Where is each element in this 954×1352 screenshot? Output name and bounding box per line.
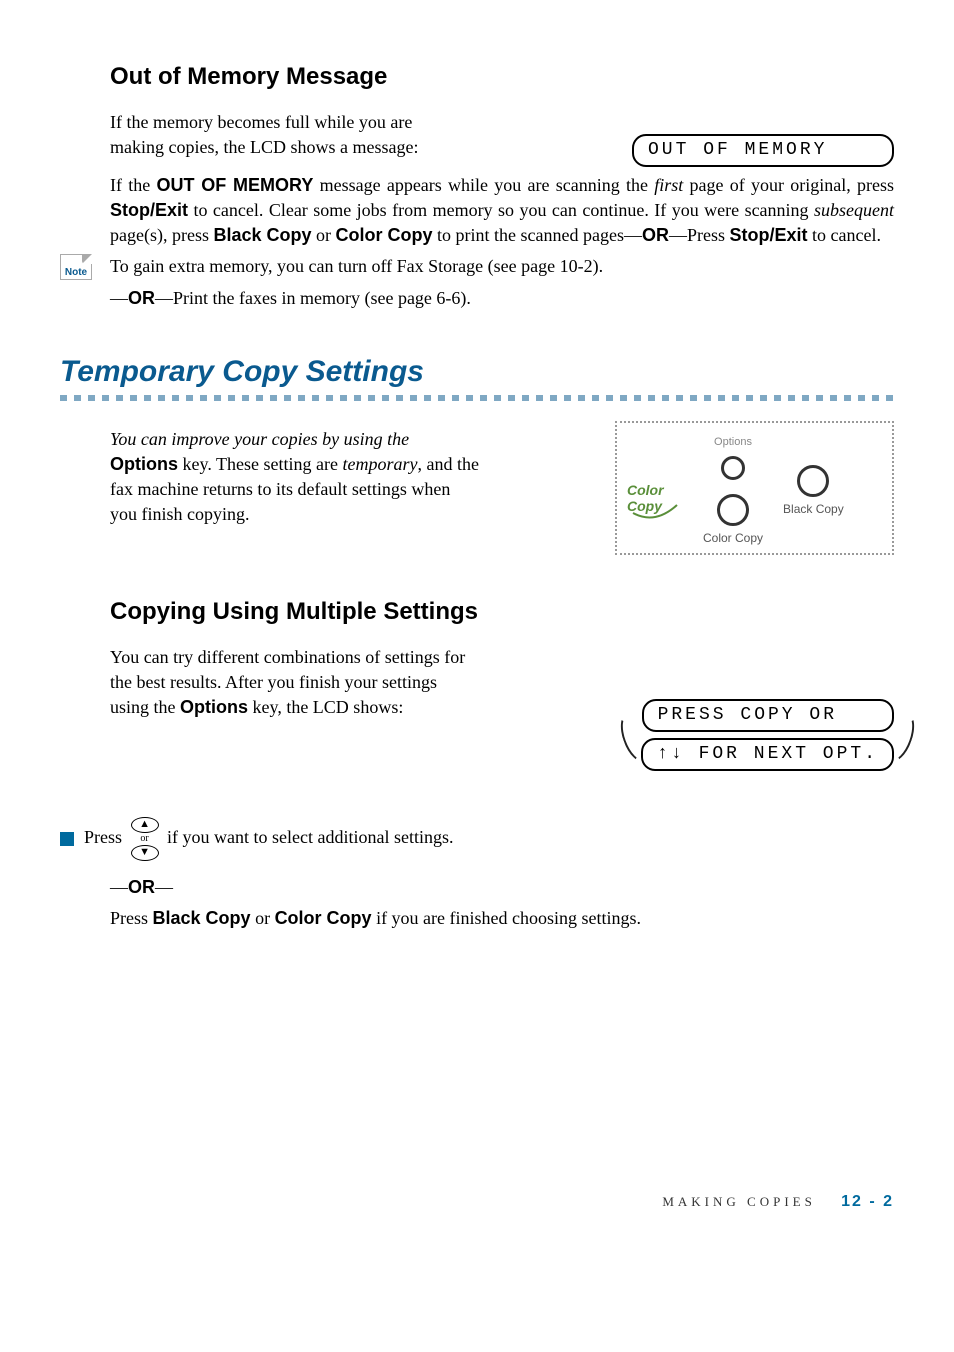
t: OR xyxy=(642,225,669,245)
t: temporary xyxy=(342,454,417,474)
t: Black Copy xyxy=(213,225,311,245)
oom-intro: If the memory becomes full while you are… xyxy=(110,110,470,160)
t: Color Copy xyxy=(275,908,372,928)
note-line1: To gain extra memory, you can turn off F… xyxy=(110,254,894,279)
t: Color Copy xyxy=(336,225,433,245)
t: OUT OF MEMORY xyxy=(157,175,314,195)
t: key, the LCD shows: xyxy=(248,697,403,717)
temp-intro: You can improve your copies by using the… xyxy=(110,427,480,528)
t: message appears while you are scanning t… xyxy=(313,175,654,195)
lcd-cycle: PRESS COPY OR ↑↓ FOR NEXT OPT. xyxy=(641,699,894,771)
heading-out-of-memory: Out of Memory Message xyxy=(110,60,894,94)
t: Options xyxy=(180,697,248,717)
page-footer: MAKING COPIES 12 - 2 xyxy=(60,1191,894,1213)
lcd-line2: ↑↓ FOR NEXT OPT. xyxy=(641,738,894,771)
note-line2: —OR—Print the faxes in memory (see page … xyxy=(110,286,894,311)
footer-page: 12 - 2 xyxy=(841,1193,894,1210)
t: Stop/Exit xyxy=(110,200,188,220)
t: Black Copy xyxy=(153,908,251,928)
color-copy-label: Color Copy xyxy=(703,530,763,547)
t: ↑↓ FOR NEXT OPT. xyxy=(657,744,878,764)
t: subsequent xyxy=(814,200,894,220)
color-copy-button-icon xyxy=(717,494,749,526)
press-text: Press ▲ or ▼ if you want to select addit… xyxy=(84,817,453,861)
multi-row: You can try different combinations of se… xyxy=(110,639,894,771)
t: If the xyxy=(110,175,157,195)
t: key. These setting are xyxy=(178,454,342,474)
t: to cancel. xyxy=(808,225,881,245)
black-copy-group: Black Copy xyxy=(783,465,844,518)
black-copy-button-icon xyxy=(797,465,829,497)
note-icon: Note xyxy=(60,254,92,280)
t: to cancel. Clear some jobs from memory s… xyxy=(188,200,814,220)
t: to print the scanned pages— xyxy=(433,225,642,245)
t: — xyxy=(110,288,128,308)
oom-paragraph: If the OUT OF MEMORY message appears whi… xyxy=(110,173,894,249)
t: if you are finished choosing settings. xyxy=(372,908,641,928)
t: Options xyxy=(110,454,178,474)
color-copy-logo: Color Copy xyxy=(627,481,683,521)
footer-chapter: MAKING COPIES xyxy=(662,1194,815,1209)
section-title-temp-copy: Temporary Copy Settings xyxy=(60,351,894,393)
svg-text:Color: Color xyxy=(627,482,665,498)
lcd-out-of-memory: OUT OF MEMORY xyxy=(632,134,894,167)
t: Stop/Exit xyxy=(729,225,807,245)
bullet-icon xyxy=(60,832,74,846)
black-copy-label: Black Copy xyxy=(783,501,844,518)
divider xyxy=(60,395,894,401)
updown-icon: ▲ or ▼ xyxy=(131,817,159,861)
intro-row: If the memory becomes full while you are… xyxy=(110,104,894,167)
t: —Print the faxes in memory (see page 6-6… xyxy=(155,288,471,308)
bullet-press-row: Press ▲ or ▼ if you want to select addit… xyxy=(60,817,894,861)
options-button-icon xyxy=(721,456,745,480)
final-line: Press Black Copy or Color Copy if you ar… xyxy=(110,906,894,931)
t: page(s), press xyxy=(110,225,213,245)
t: Press xyxy=(84,827,127,847)
t: You can improve your copies by using the xyxy=(110,429,409,449)
lcd-line1: PRESS COPY OR xyxy=(642,699,894,732)
svg-text:Copy: Copy xyxy=(627,498,663,514)
options-label: Options xyxy=(714,435,752,450)
t: or xyxy=(140,834,148,844)
t: first xyxy=(654,175,683,195)
multi-intro: You can try different combinations of se… xyxy=(110,645,470,721)
or-line: —OR— xyxy=(110,875,894,900)
t: page of your original, press xyxy=(683,175,894,195)
options-button-group: Options Color Copy xyxy=(703,435,763,547)
t: if you want to select additional setting… xyxy=(167,827,453,847)
heading-multiple-settings: Copying Using Multiple Settings xyxy=(110,595,894,629)
options-panel: Color Copy Options Color Copy Black Copy xyxy=(615,421,894,555)
t: OR xyxy=(128,288,155,308)
t: or xyxy=(251,908,275,928)
t: or xyxy=(312,225,336,245)
note-label: Note xyxy=(65,267,87,279)
t: —Press xyxy=(669,225,730,245)
t: Press xyxy=(110,908,153,928)
temp-settings-row: You can improve your copies by using the… xyxy=(110,421,894,555)
